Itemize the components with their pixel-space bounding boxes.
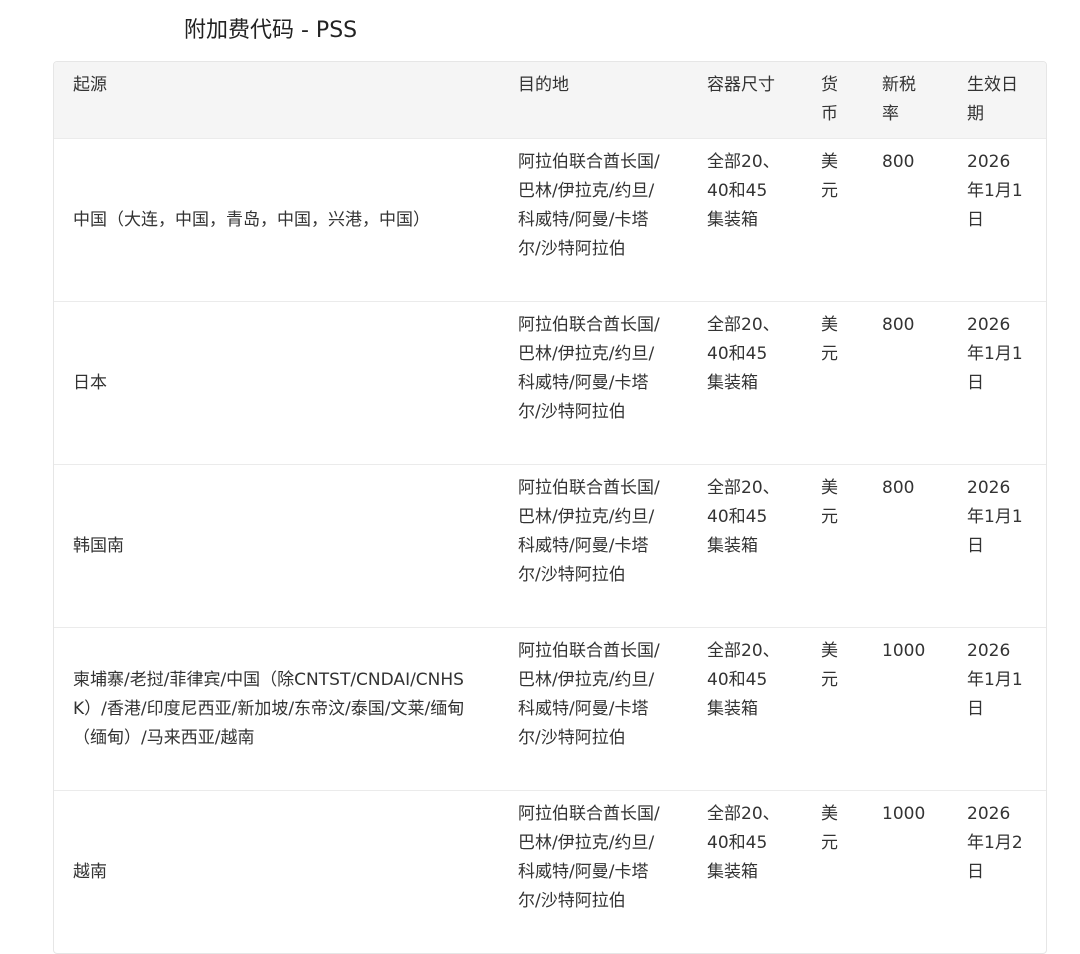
cell-effective: 2026年1月1日 — [948, 464, 1046, 628]
cell-origin: 日本 — [54, 301, 499, 465]
cell-rate: 800 — [863, 464, 948, 628]
cell-origin: 中国（大连，中国，青岛，中国，兴港，中国） — [54, 138, 499, 302]
header-destination: 目的地 — [499, 62, 688, 139]
cell-origin: 越南 — [54, 790, 499, 953]
cell-origin: 韩国南 — [54, 464, 499, 628]
cell-rate: 1000 — [863, 627, 948, 791]
cell-currency: 美元 — [802, 627, 863, 791]
header-effective: 生效日期 — [948, 62, 1046, 139]
cell-rate: 800 — [863, 301, 948, 465]
header-container: 容器尺寸 — [688, 62, 802, 139]
cell-rate: 800 — [863, 138, 948, 302]
table-row: 日本 阿拉伯联合酋长国/巴林/伊拉克/约旦/科威特/阿曼/卡塔尔/沙特阿拉伯 全部2… — [54, 301, 1046, 465]
cell-currency: 美元 — [802, 138, 863, 302]
cell-container: 全部20、40和45集装箱 — [688, 464, 802, 628]
cell-rate: 1000 — [863, 790, 948, 953]
cell-effective: 2026年1月2日 — [948, 790, 1046, 953]
table-header-row: 起源 目的地 容器尺寸 货币 新税率 生效日期 — [54, 62, 1046, 139]
cell-container: 全部20、40和45集装箱 — [688, 790, 802, 953]
table-row: 越南 阿拉伯联合酋长国/巴林/伊拉克/约旦/科威特/阿曼/卡塔尔/沙特阿拉伯 全部2… — [54, 790, 1046, 953]
cell-destination: 阿拉伯联合酋长国/巴林/伊拉克/约旦/科威特/阿曼/卡塔尔/沙特阿拉伯 — [499, 464, 688, 628]
table-row: 中国（大连，中国，青岛，中国，兴港，中国） 阿拉伯联合酋长国/巴林/伊拉克/约旦/… — [54, 138, 1046, 302]
cell-destination: 阿拉伯联合酋长国/巴林/伊拉克/约旦/科威特/阿曼/卡塔尔/沙特阿拉伯 — [499, 627, 688, 791]
cell-container: 全部20、40和45集装箱 — [688, 301, 802, 465]
cell-currency: 美元 — [802, 790, 863, 953]
header-currency: 货币 — [802, 62, 863, 139]
page-title: 附加费代码 - PSS — [184, 18, 358, 43]
cell-origin: 柬埔寨/老挝/菲律宾/中国（除CNTST/CNDAI/CNHSK）/香港/印度尼… — [54, 627, 499, 791]
cell-effective: 2026年1月1日 — [948, 138, 1046, 302]
header-rate: 新税率 — [863, 62, 948, 139]
cell-destination: 阿拉伯联合酋长国/巴林/伊拉克/约旦/科威特/阿曼/卡塔尔/沙特阿拉伯 — [499, 138, 688, 302]
surcharge-table: 起源 目的地 容器尺寸 货币 新税率 生效日期 中国（大连，中国，青岛，中国，兴… — [53, 61, 1047, 954]
cell-currency: 美元 — [802, 301, 863, 465]
cell-container: 全部20、40和45集装箱 — [688, 138, 802, 302]
cell-currency: 美元 — [802, 464, 863, 628]
cell-destination: 阿拉伯联合酋长国/巴林/伊拉克/约旦/科威特/阿曼/卡塔尔/沙特阿拉伯 — [499, 790, 688, 953]
table-row: 韩国南 阿拉伯联合酋长国/巴林/伊拉克/约旦/科威特/阿曼/卡塔尔/沙特阿拉伯 全部… — [54, 464, 1046, 628]
header-origin: 起源 — [54, 62, 499, 139]
cell-effective: 2026年1月1日 — [948, 301, 1046, 465]
cell-container: 全部20、40和45集装箱 — [688, 627, 802, 791]
cell-effective: 2026年1月1日 — [948, 627, 1046, 791]
cell-destination: 阿拉伯联合酋长国/巴林/伊拉克/约旦/科威特/阿曼/卡塔尔/沙特阿拉伯 — [499, 301, 688, 465]
table-row: 柬埔寨/老挝/菲律宾/中国（除CNTST/CNDAI/CNHSK）/香港/印度尼… — [54, 627, 1046, 791]
